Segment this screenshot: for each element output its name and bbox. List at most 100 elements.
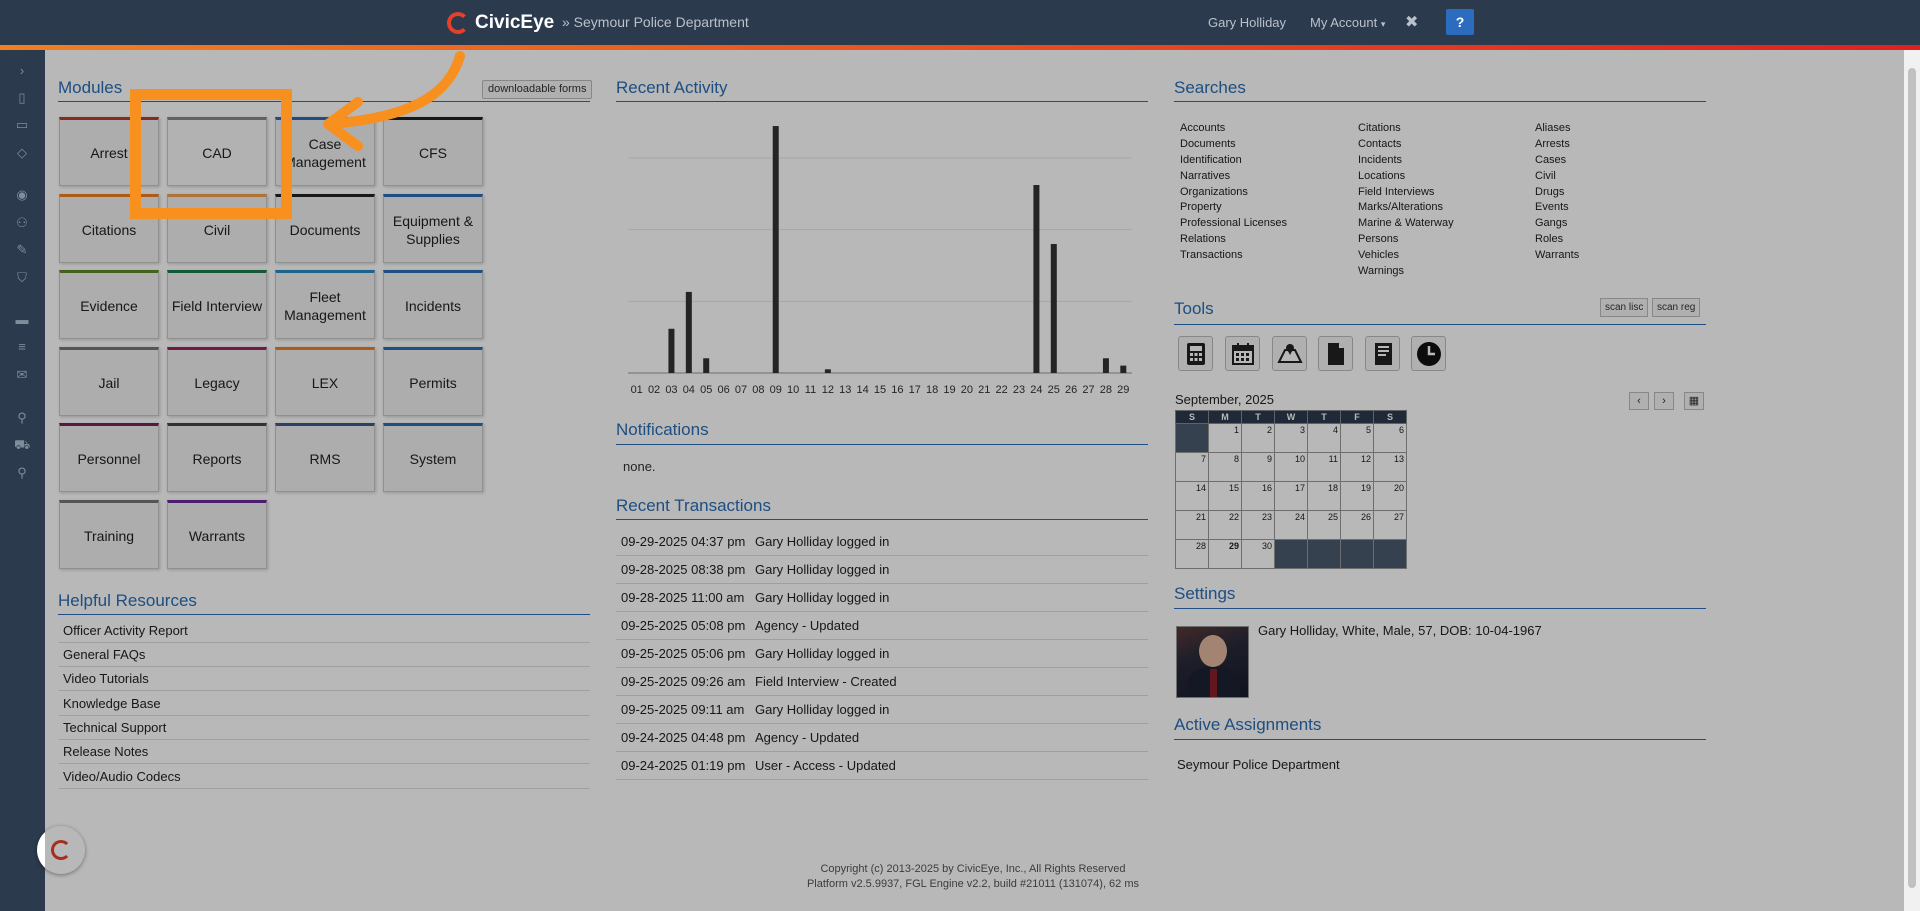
module-personnel[interactable]: Personnel [59,423,159,492]
calendar-day[interactable]: 6 [1373,423,1407,453]
help-button[interactable]: ? [1446,9,1474,35]
calendar-day[interactable]: 16 [1241,481,1275,511]
calendar-day[interactable]: 5 [1340,423,1374,453]
calendar-day[interactable]: 17 [1274,481,1308,511]
module-rms[interactable]: RMS [275,423,375,492]
calendar-day[interactable]: 23 [1241,510,1275,540]
chart-bar-25[interactable] [1050,244,1057,373]
search-link[interactable]: Arrests [1535,138,1570,150]
search-link[interactable]: Civil [1535,170,1556,182]
calendar-day[interactable]: 10 [1274,452,1308,482]
search-link[interactable]: Marks/Alterations [1358,201,1443,213]
module-evidence[interactable]: Evidence [59,270,159,339]
chart-bar-24[interactable] [1033,185,1040,373]
search-link[interactable]: Drugs [1535,186,1564,198]
search-link[interactable]: Organizations [1180,186,1248,198]
module-equipment-supplies[interactable]: Equipment & Supplies [383,194,483,263]
module-citations[interactable]: Citations [59,194,159,263]
org-chart-icon[interactable]: ⚲ [14,411,30,425]
search-link[interactable]: Documents [1180,138,1236,150]
search-link[interactable]: Field Interviews [1358,186,1434,198]
search-link[interactable]: Accounts [1180,122,1225,134]
module-reports[interactable]: Reports [167,423,267,492]
id-card-icon[interactable]: ▭ [14,118,30,132]
module-incidents[interactable]: Incidents [383,270,483,339]
chart-bar-29[interactable] [1120,365,1127,373]
module-cad[interactable]: CAD [167,117,267,186]
module-system[interactable]: System [383,423,483,492]
chart-bar-12[interactable] [824,369,831,373]
document-button[interactable] [1318,336,1353,371]
resource-link[interactable]: Knowledge Base [59,692,590,716]
logout-close-button[interactable]: ✖ [1405,12,1418,32]
brand-logo[interactable]: CivicEye [447,11,554,35]
search-link[interactable]: Cases [1535,154,1566,166]
calendar-day[interactable]: 26 [1340,510,1374,540]
location-pin-icon[interactable]: ⚲ [14,466,30,480]
downloadable-forms-button[interactable]: downloadable forms [482,80,593,99]
search-link[interactable]: Persons [1358,233,1398,245]
chart-bar-03[interactable] [668,328,675,373]
calendar-day[interactable]: 4 [1307,423,1341,453]
profile-photo[interactable] [1176,626,1249,698]
search-link[interactable]: Citations [1358,122,1401,134]
module-cfs[interactable]: CFS [383,117,483,186]
chart-bar-28[interactable] [1102,358,1109,373]
clock-button[interactable] [1411,336,1446,371]
resource-link[interactable]: Technical Support [59,716,590,740]
calendar-day-today[interactable]: 29 [1208,539,1242,569]
calendar-day[interactable]: 3 [1274,423,1308,453]
calendar-day[interactable]: 14 [1175,481,1209,511]
user-name-link[interactable]: Gary Holliday [1208,15,1286,30]
calendar-day[interactable]: 25 [1307,510,1341,540]
department-breadcrumb[interactable]: » Seymour Police Department [562,14,749,30]
search-link[interactable]: Transactions [1180,249,1243,261]
calendar-day[interactable]: 30 [1241,539,1275,569]
transaction-row[interactable]: 09-25-2025 05:06 pm Gary Holliday logged … [616,640,1148,668]
civiceye-assistant-button[interactable] [37,826,85,874]
chart-bar-09[interactable] [772,126,779,373]
calendar-day[interactable]: 15 [1208,481,1242,511]
calendar-prev-button[interactable]: ‹ [1629,392,1649,410]
search-link[interactable]: Gangs [1535,217,1567,229]
document-icon[interactable]: ▯ [14,91,30,105]
chart-bar-05[interactable] [703,358,710,373]
chart-bar-04[interactable] [685,291,692,373]
search-link[interactable]: Narratives [1180,170,1230,182]
calendar-button[interactable] [1225,336,1260,371]
transaction-row[interactable]: 09-29-2025 04:37 pm Gary Holliday logged … [616,528,1148,556]
assignment-item[interactable]: Seymour Police Department [1177,757,1340,772]
truck-icon[interactable]: ⛟ [14,438,30,452]
calendar-day[interactable]: 8 [1208,452,1242,482]
list-icon[interactable]: ≡ [14,340,30,354]
calendar-day[interactable]: 2 [1241,423,1275,453]
calendar-day[interactable]: 22 [1208,510,1242,540]
transaction-row[interactable]: 09-28-2025 11:00 am Gary Holliday logged … [616,584,1148,612]
search-link[interactable]: Aliases [1535,122,1570,134]
search-link[interactable]: Events [1535,201,1569,213]
module-field-interview[interactable]: Field Interview [167,270,267,339]
pen-icon[interactable]: ✎ [14,243,30,257]
calendar-day[interactable]: 19 [1340,481,1374,511]
card-icon[interactable]: ▬ [14,313,30,327]
resource-link[interactable]: General FAQs [59,643,590,667]
calendar-day[interactable]: 28 [1175,539,1209,569]
expand-chevron-icon[interactable]: › [14,64,30,78]
scan-license-button[interactable]: scan lisc [1600,298,1649,317]
module-case-management[interactable]: Case Management [275,117,375,186]
search-link[interactable]: Incidents [1358,154,1402,166]
transaction-row[interactable]: 09-25-2025 09:26 am Field Interview - Cre… [616,668,1148,696]
calendar-grid-button[interactable]: ▦ [1684,392,1704,410]
search-link[interactable]: Locations [1358,170,1405,182]
calendar-day[interactable]: 24 [1274,510,1308,540]
calendar-day[interactable]: 11 [1307,452,1341,482]
module-legacy[interactable]: Legacy [167,347,267,416]
module-arrest[interactable]: Arrest [59,117,159,186]
search-link[interactable]: Warnings [1358,265,1404,277]
search-link[interactable]: Property [1180,201,1222,213]
module-warrants[interactable]: Warrants [167,500,267,569]
resource-link[interactable]: Release Notes [59,740,590,764]
module-jail[interactable]: Jail [59,347,159,416]
add-person-icon[interactable]: ⚇ [14,216,30,230]
calendar-day[interactable]: 21 [1175,510,1209,540]
